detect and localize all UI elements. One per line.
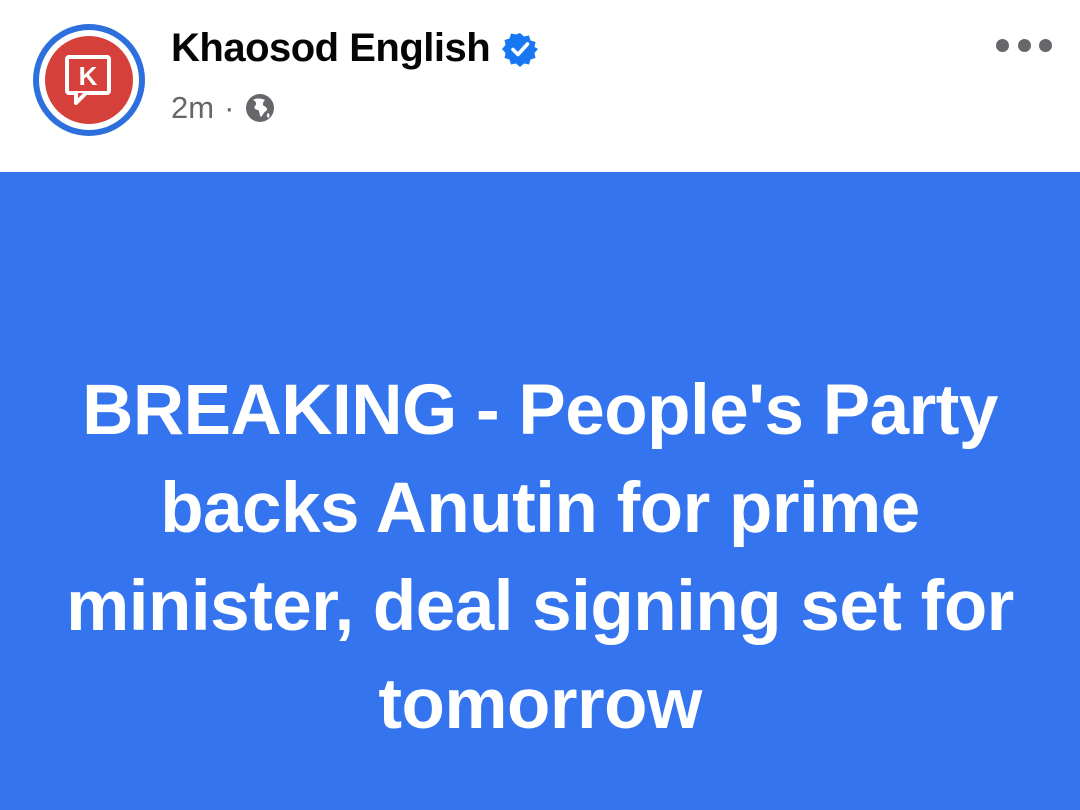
avatar-letter: K xyxy=(79,61,98,91)
post-header: K Khaosod English 2m · xyxy=(0,0,1080,172)
author-name[interactable]: Khaosod English xyxy=(171,26,491,71)
post-timestamp[interactable]: 2m xyxy=(171,90,214,126)
globe-icon[interactable] xyxy=(244,92,276,124)
post-headline: BREAKING - People's Party backs Anutin f… xyxy=(66,371,1014,744)
khaosod-logo-icon: K xyxy=(65,55,111,105)
verified-badge-icon xyxy=(502,32,539,67)
facebook-post: K Khaosod English 2m · BREAKING - People… xyxy=(0,0,1080,810)
meta-separator: · xyxy=(224,90,235,125)
more-options-icon[interactable] xyxy=(996,30,1052,60)
author-row: Khaosod English xyxy=(171,26,539,71)
page-avatar[interactable]: K xyxy=(33,24,145,136)
post-meta: 2m · xyxy=(171,90,276,126)
text-post-card[interactable]: BREAKING - People's Party backs Anutin f… xyxy=(0,172,1080,810)
